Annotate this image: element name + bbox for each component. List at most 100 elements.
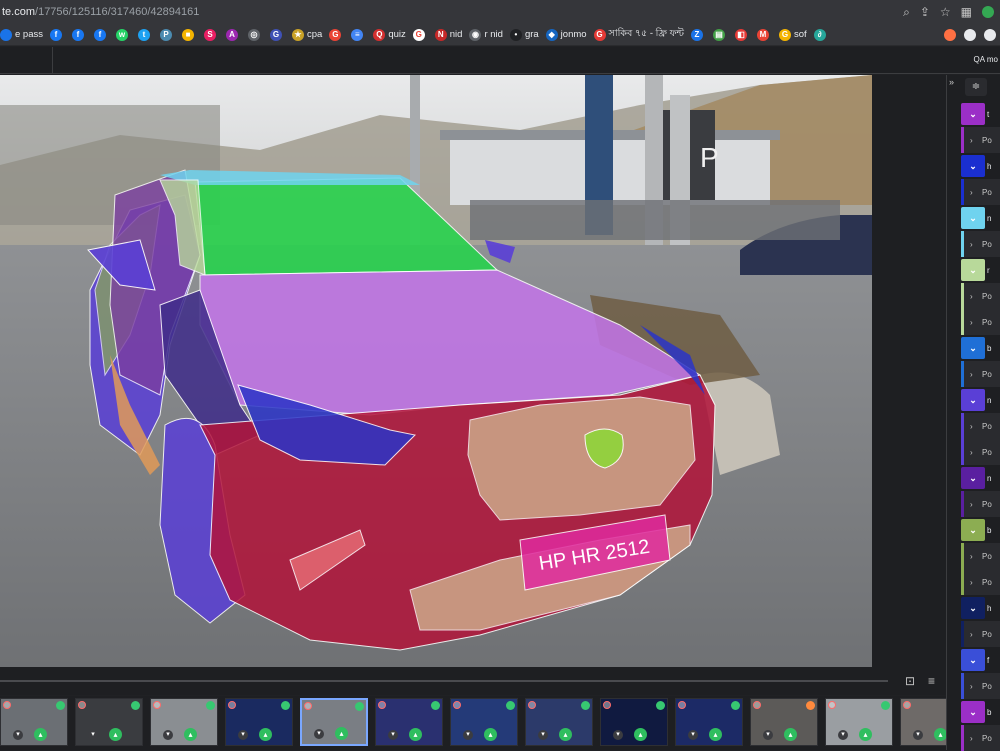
thumbs-down-icon[interactable]: ▾ [88,730,98,740]
thumbs-down-icon[interactable]: ▾ [238,730,248,740]
bookmark-item[interactable]: ■ [182,28,197,41]
thumbs-up-icon[interactable]: ▴ [709,728,722,741]
bookmark-item[interactable]: Nnid [434,28,462,41]
thumbs-up-icon[interactable]: ▴ [934,728,946,741]
chevron-down-icon[interactable]: ⌄ [961,701,985,723]
object-class-row[interactable]: ⌄ h [961,595,1000,621]
bookmark-item[interactable]: ◧ [735,28,750,41]
bookmark-item[interactable]: ◎ [248,28,263,41]
object-instance-row[interactable]: › Po [961,231,1000,257]
bookmark-item[interactable]: • gra [509,28,539,41]
thumbs-down-icon[interactable]: ▾ [538,730,548,740]
bookmark-item[interactable]: G [412,28,428,41]
object-class-row[interactable]: ⌄ n [961,465,1000,491]
annotation-canvas[interactable]: P HP HR 2512 [0,75,872,667]
frame-thumbnail[interactable]: ▾ ▴ [450,698,518,746]
thumbs-down-icon[interactable]: ▾ [763,730,773,740]
object-instance-row[interactable]: › Po [961,439,1000,465]
object-instance-row[interactable]: › Po [961,127,1000,153]
bookmark-item[interactable]: P [160,28,175,41]
bookmark-star-icon[interactable]: ☆ [940,5,951,19]
extension-icon[interactable] [984,28,996,41]
thumbs-up-icon[interactable]: ▴ [335,727,348,740]
chevron-down-icon[interactable]: ⌄ [961,597,985,619]
object-instance-row[interactable]: › Po [961,361,1000,387]
chevron-right-icon[interactable]: › [970,448,980,457]
frame-thumbnail[interactable]: ▾ ▴ [225,698,293,746]
timeline-track[interactable] [0,680,888,682]
chevron-right-icon[interactable]: › [970,318,980,327]
bookmark-item[interactable]: A [226,28,241,41]
collapse-icon[interactable]: » [949,77,954,87]
thumbs-up-icon[interactable]: ▴ [259,728,272,741]
chevron-down-icon[interactable]: ⌄ [961,519,985,541]
address-bar[interactable]: te.com/17756/125116/317460/42894161 ⌕ ⇪ … [0,0,1000,24]
chevron-down-icon[interactable]: ⌄ [961,259,985,281]
object-class-row[interactable]: ⌄ f [961,647,1000,673]
thumbs-down-icon[interactable]: ▾ [913,730,923,740]
thumbs-up-icon[interactable]: ▴ [784,728,797,741]
bookmark-item[interactable]: M [757,28,772,41]
thumbs-up-icon[interactable]: ▴ [634,728,647,741]
thumbs-down-icon[interactable]: ▾ [314,729,324,739]
chevron-down-icon[interactable]: ⌄ [961,207,985,229]
bookmark-item[interactable]: ∂ [813,28,829,41]
thumbs-up-icon[interactable]: ▴ [859,728,872,741]
share-icon[interactable]: ⇪ [920,5,930,19]
bookmark-item[interactable]: ≡ [351,28,366,41]
chevron-right-icon[interactable]: › [970,682,980,691]
qa-mode-label[interactable]: QA mo [974,55,998,64]
bookmark-item[interactable]: Gsof [779,28,807,41]
object-class-row[interactable]: ⌄ n [961,387,1000,413]
thumbs-up-icon[interactable]: ▴ [484,728,497,741]
frame-thumbnail[interactable]: ▾ ▴ [900,698,946,746]
fit-screen-icon[interactable]: ⊡ [905,674,915,688]
thumbs-down-icon[interactable]: ▾ [13,730,23,740]
chevron-right-icon[interactable]: › [970,240,980,249]
chevron-down-icon[interactable]: ⌄ [961,155,985,177]
bookmark-item[interactable]: t [138,28,153,41]
object-instance-row[interactable]: › Po [961,725,1000,751]
object-instance-row[interactable]: › Po [961,309,1000,335]
bookmark-item[interactable]: ▤ [713,28,728,41]
chevron-down-icon[interactable]: ⌄ [961,389,985,411]
frame-thumbnail[interactable]: ▾ ▴ [75,698,143,746]
chevron-down-icon[interactable]: ⌄ [961,649,985,671]
thumbs-down-icon[interactable]: ▾ [463,730,473,740]
chevron-right-icon[interactable]: › [970,552,980,561]
object-class-row[interactable]: ⌄ n [961,205,1000,231]
timeline-bar[interactable]: ⊡ ≡ [0,667,946,695]
object-instance-row[interactable]: › Po [961,491,1000,517]
zoom-icon[interactable]: ⌕ [903,5,910,20]
thumbs-up-icon[interactable]: ▴ [409,728,422,741]
frame-thumbnail[interactable]: ▾ ▴ [600,698,668,746]
object-class-row[interactable]: ⌄ b [961,699,1000,725]
object-class-row[interactable]: ⌄ r [961,257,1000,283]
frame-thumbnail[interactable]: ▾ ▴ [0,698,68,746]
frame-thumbnail[interactable]: ▾ ▴ [150,698,218,746]
thumbs-down-icon[interactable]: ▾ [163,730,173,740]
bookmark-item[interactable]: Z [691,28,706,41]
frame-thumbnail[interactable]: ▾ ▴ [750,698,818,746]
chevron-right-icon[interactable]: › [970,734,980,743]
bookmark-item[interactable]: e pass [0,28,43,41]
object-instance-row[interactable]: › Po [961,621,1000,647]
url-text[interactable]: te.com/17756/125116/317460/42894161 [0,6,903,18]
bookmark-item[interactable]: ★ cpa [292,28,322,41]
extension-icon[interactable] [944,28,956,41]
frame-thumbnail[interactable]: ▾ ▴ [300,698,368,746]
bookmark-item[interactable]: f [94,28,109,41]
thumbs-down-icon[interactable]: ▾ [688,730,698,740]
thumbs-down-icon[interactable]: ▾ [613,730,623,740]
bookmark-item[interactable]: f [50,28,65,41]
object-class-row[interactable]: ⌄ b [961,335,1000,361]
chevron-right-icon[interactable]: › [970,630,980,639]
bookmark-item[interactable]: G সাকিব ৭৫ - ফ্রি ফন্ট [593,27,684,42]
object-instance-row[interactable]: › Po [961,179,1000,205]
chevron-down-icon[interactable]: ⌄ [961,103,985,125]
thumbs-down-icon[interactable]: ▾ [838,730,848,740]
thumbs-up-icon[interactable]: ▴ [34,728,47,741]
extension-icon[interactable]: ▦ [961,5,972,19]
frame-thumbnail[interactable]: ▾ ▴ [525,698,593,746]
bookmark-item[interactable]: S [204,28,219,41]
